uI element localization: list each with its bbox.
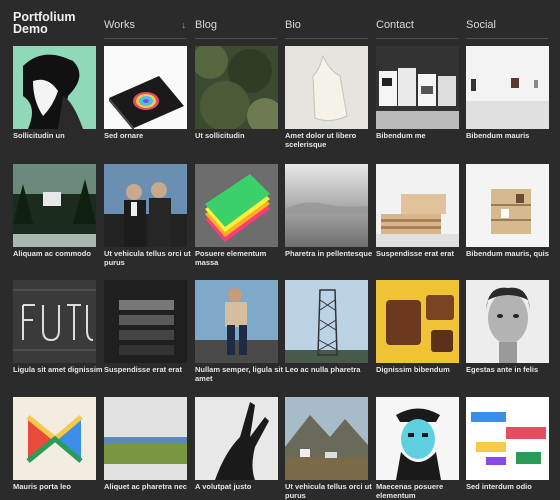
work-thumbnail[interactable]	[104, 46, 187, 129]
work-thumbnail[interactable]	[13, 164, 96, 247]
arrow-down-icon: ↓	[181, 20, 187, 30]
work-thumbnail[interactable]	[285, 280, 368, 363]
work-caption[interactable]: Aliquet ac pharetra nec	[104, 483, 196, 492]
work-tile[interactable]: Nullam semper, ligula sit amet	[195, 280, 283, 383]
work-thumbnail[interactable]	[195, 46, 278, 129]
main-nav: Works ↓ Blog Bio Contact Social	[0, 18, 560, 40]
work-caption[interactable]: Pharetra in pellentesque	[285, 250, 377, 259]
nav-blog[interactable]: Blog	[195, 18, 277, 39]
work-caption[interactable]: Ut vehicula tellus orci ut purus	[104, 250, 196, 267]
work-thumbnail[interactable]	[104, 164, 187, 247]
work-caption[interactable]: Leo ac nulla pharetra	[285, 366, 377, 375]
nav-works-label: Works	[104, 19, 135, 31]
work-tile[interactable]: Aliquam ac commodo	[13, 164, 96, 259]
work-caption[interactable]: A volutpat justo	[195, 483, 287, 492]
nav-bio[interactable]: Bio	[285, 18, 368, 39]
work-caption[interactable]: Nullam semper, ligula sit amet	[195, 366, 287, 383]
work-caption[interactable]: Maecenas posuere elementum	[376, 483, 468, 500]
work-tile[interactable]: Aliquet ac pharetra nec	[104, 397, 187, 492]
work-thumbnail[interactable]	[13, 397, 96, 480]
work-tile[interactable]: Posuere elementum massa	[195, 164, 278, 267]
work-thumbnail[interactable]	[104, 280, 187, 363]
work-thumbnail[interactable]	[285, 164, 368, 247]
work-caption[interactable]: Bibendum mauris, quis	[466, 250, 558, 259]
work-thumbnail[interactable]	[195, 397, 278, 480]
work-thumbnail[interactable]	[13, 46, 96, 129]
work-tile[interactable]: A volutpat justo	[195, 397, 278, 492]
nav-works[interactable]: Works ↓	[104, 18, 186, 39]
work-caption[interactable]: Dignissim bibendum	[376, 366, 468, 375]
work-tile[interactable]: Sed interdum odio	[466, 397, 549, 492]
work-tile[interactable]: Ut sollicitudin	[195, 46, 278, 141]
work-tile[interactable]: Egestas ante in felis	[466, 280, 549, 375]
work-tile[interactable]: Sollicitudin un	[13, 46, 96, 141]
work-thumbnail[interactable]	[195, 280, 278, 363]
work-tile[interactable]: Ut vehicula tellus orci ut purus	[104, 164, 191, 267]
work-caption[interactable]: Sollicitudin un	[13, 132, 105, 141]
work-caption[interactable]: Ut sollicitudin	[195, 132, 287, 141]
work-tile[interactable]: Pharetra in pellentesque	[285, 164, 372, 259]
work-tile[interactable]: Dignissim bibendum	[376, 280, 459, 375]
work-thumbnail[interactable]	[13, 280, 96, 363]
work-tile[interactable]: Suspendisse erat erat	[376, 164, 459, 259]
work-caption[interactable]: Ut vehicula tellus orci ut purus	[285, 483, 377, 500]
work-thumbnail[interactable]	[376, 46, 459, 129]
work-tile[interactable]: Ut vehicula tellus orci ut purus	[285, 397, 372, 500]
work-tile[interactable]: Maecenas posuere elementum	[376, 397, 459, 500]
nav-bio-label: Bio	[285, 19, 301, 31]
work-tile[interactable]: Mauris porta leo	[13, 397, 96, 492]
work-caption[interactable]: Bibendum me	[376, 132, 468, 141]
work-caption[interactable]: Bibendum mauris	[466, 132, 558, 141]
work-tile[interactable]: Bibendum me	[376, 46, 459, 141]
work-caption[interactable]: Posuere elementum massa	[195, 250, 287, 267]
work-caption[interactable]: Suspendisse erat erat	[104, 366, 196, 375]
work-tile[interactable]: Ligula sit amet dignissim	[13, 280, 103, 375]
work-thumbnail[interactable]	[376, 164, 459, 247]
work-thumbnail[interactable]	[285, 46, 368, 129]
work-thumbnail[interactable]	[466, 164, 549, 247]
work-caption[interactable]: Mauris porta leo	[13, 483, 105, 492]
work-caption[interactable]: Sed interdum odio	[466, 483, 558, 492]
work-caption[interactable]: Sed ornare	[104, 132, 196, 141]
work-thumbnail[interactable]	[285, 397, 368, 480]
work-caption[interactable]: Suspendisse erat erat	[376, 250, 468, 259]
nav-social-label: Social	[466, 19, 496, 31]
work-thumbnail[interactable]	[376, 397, 459, 480]
nav-contact[interactable]: Contact	[376, 18, 458, 39]
work-caption[interactable]: Ligula sit amet dignissim	[13, 366, 105, 375]
work-thumbnail[interactable]	[376, 280, 459, 363]
nav-social[interactable]: Social	[466, 18, 548, 39]
work-caption[interactable]: Aliquam ac commodo	[13, 250, 105, 259]
nav-blog-label: Blog	[195, 19, 218, 31]
work-thumbnail[interactable]	[466, 280, 549, 363]
work-tile[interactable]: Bibendum mauris	[466, 46, 549, 141]
work-tile[interactable]: Suspendisse erat erat	[104, 280, 187, 375]
work-thumbnail[interactable]	[195, 164, 278, 247]
work-thumbnail[interactable]	[466, 397, 549, 480]
work-tile[interactable]: Leo ac nulla pharetra	[285, 280, 368, 375]
nav-contact-label: Contact	[376, 19, 414, 31]
work-thumbnail[interactable]	[466, 46, 549, 129]
work-tile[interactable]: Sed ornare	[104, 46, 187, 141]
work-tile[interactable]: Amet dolor ut libero scelerisque	[285, 46, 368, 149]
work-tile[interactable]: Bibendum mauris, quis	[466, 164, 549, 259]
work-thumbnail[interactable]	[104, 397, 187, 480]
work-caption[interactable]: Egestas ante in felis	[466, 366, 558, 375]
work-caption[interactable]: Amet dolor ut libero scelerisque	[285, 132, 377, 149]
